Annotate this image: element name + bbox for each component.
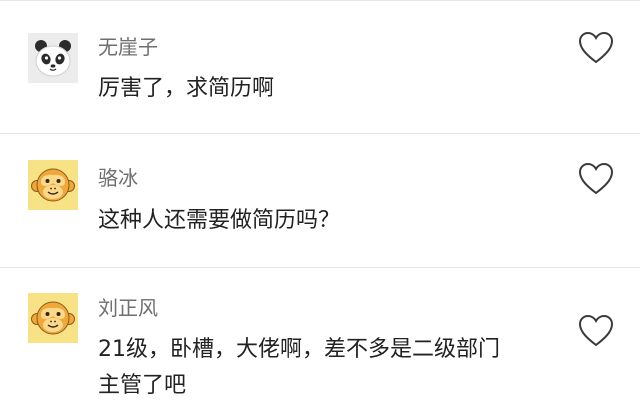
avatar[interactable] (28, 33, 78, 83)
comment-text-line: 21级，卧槽，大佬啊，差不多是二级部门 (98, 337, 500, 362)
like-button[interactable] (578, 162, 614, 196)
comment-item: 刘正风 21级，卧槽，大佬啊，差不多是二级部门 主管了吧 (0, 268, 640, 415)
avatar[interactable] (28, 293, 78, 343)
like-button[interactable] (578, 314, 614, 348)
comment-item: 无崖子 厉害了，求简历啊 (0, 0, 640, 134)
comment-text-line: 这种人还需要做简历吗？ (98, 208, 341, 233)
username[interactable]: 刘正风 (98, 296, 158, 320)
comment-text: 厉害了，求简历啊 (98, 71, 558, 107)
heart-outline-icon (578, 162, 614, 195)
username[interactable]: 骆冰 (98, 166, 138, 190)
monkey-icon (28, 160, 78, 210)
comment-text-line: 主管了吧 (98, 373, 187, 398)
comment-text: 这种人还需要做简历吗？ (98, 203, 558, 239)
comment-text-line: 厉害了，求简历啊 (98, 76, 275, 101)
monkey-icon (28, 293, 78, 343)
comment-item: 骆冰 这种人还需要做简历吗？ (0, 134, 640, 268)
username[interactable]: 无崖子 (98, 35, 158, 59)
comment-text: 21级，卧槽，大佬啊，差不多是二级部门 主管了吧 (98, 332, 558, 404)
like-button[interactable] (578, 31, 614, 65)
panda-icon (28, 33, 78, 83)
comment-list: 无崖子 厉害了，求简历啊 骆冰 这种人还需要做简历吗？ 刘正风 21级，卧槽，大… (0, 0, 640, 415)
avatar[interactable] (28, 160, 78, 210)
heart-outline-icon (578, 314, 614, 347)
heart-outline-icon (578, 31, 614, 64)
